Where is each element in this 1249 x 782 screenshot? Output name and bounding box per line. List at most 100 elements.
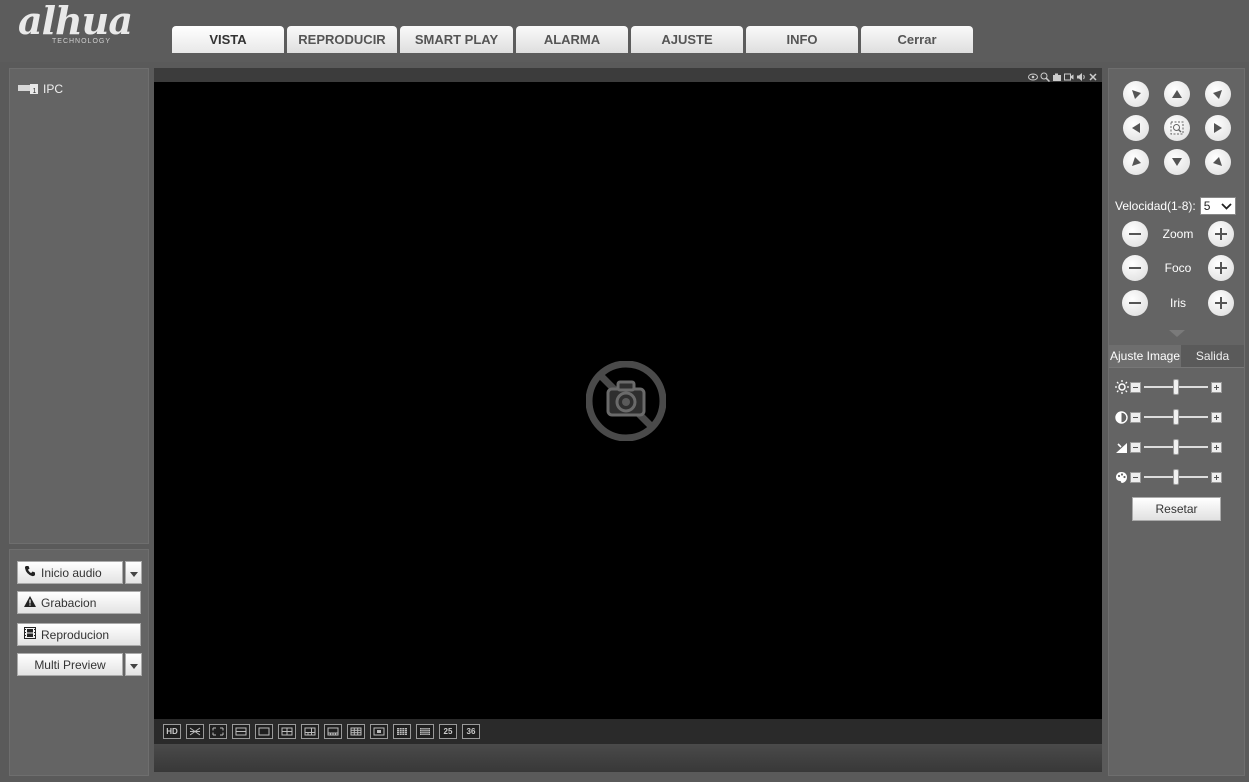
image-settings-tabs: Ajuste Image Salida [1109,345,1244,367]
contrast-slider[interactable] [1144,409,1208,425]
layout-20-icon[interactable] [416,724,434,739]
phone-icon [24,565,36,580]
tab-vista[interactable]: VISTA [172,26,284,53]
hue-slider[interactable] [1144,469,1208,485]
saturation-slider[interactable] [1144,439,1208,455]
ptz-up-left-button[interactable] [1123,81,1149,107]
multi-preview-button[interactable]: Multi Preview [17,653,123,676]
ptz-up-right-button[interactable] [1205,81,1231,107]
layout-13-icon[interactable] [370,724,388,739]
contrast-slider-row [1113,409,1239,425]
brightness-increase-button[interactable] [1211,381,1222,393]
video-window-titlebar [154,68,1102,83]
ptz-auto-zoom-button[interactable] [1164,115,1190,141]
collapse-ptz-toggle[interactable] [1109,325,1244,339]
playback-button-label: Reproducion [41,627,110,642]
arrow-down-right-icon [1212,156,1224,168]
saturation-decrease-button[interactable] [1130,441,1141,453]
chevron-down-icon [129,656,138,674]
tab-cerrar[interactable]: Cerrar [861,26,973,53]
ptz-panel: Velocidad(1-8): 5 Zoom Foco Iris Ajuste … [1108,68,1245,776]
tab-alarma[interactable]: ALARMA [516,26,628,53]
brightness-slider-row [1113,379,1239,395]
layout-25-icon[interactable]: 25 [439,724,457,739]
tab-smart-play[interactable]: SMART PLAY [400,26,513,53]
ptz-right-button[interactable] [1205,115,1231,141]
arrow-up-left-icon [1130,88,1142,100]
fullscreen-icon[interactable] [209,724,227,739]
record-button[interactable]: Grabacion [17,591,141,614]
snapshot-icon[interactable] [1052,69,1062,81]
ptz-down-right-button[interactable] [1205,149,1231,175]
iris-plus-button[interactable] [1208,290,1234,316]
zoom-in-button[interactable] [1208,221,1234,247]
eye-icon[interactable] [1028,69,1038,81]
record-icon[interactable] [1064,69,1074,81]
layout-6-icon[interactable] [301,724,319,739]
video-status-strip [154,744,1102,772]
saturation-increase-button[interactable] [1211,441,1222,453]
main-tabs: VISTA REPRODUCIR SMART PLAY ALARMA AJUST… [172,26,976,53]
device-tree-item-ipc[interactable]: 1 IPC [18,82,63,96]
contrast-increase-button[interactable] [1211,411,1222,423]
ptz-down-left-button[interactable] [1123,149,1149,175]
arrow-down-icon [1171,156,1183,168]
brightness-slider[interactable] [1144,379,1208,395]
hue-increase-button[interactable] [1211,471,1222,483]
layout-36-icon[interactable]: 36 [462,724,480,739]
focus-plus-button[interactable] [1208,255,1234,281]
iris-minus-button[interactable] [1122,290,1148,316]
focus-minus-button[interactable] [1122,255,1148,281]
layout-8-icon[interactable] [324,724,342,739]
talk-dropdown-toggle[interactable] [125,561,142,584]
audio-icon[interactable] [1076,69,1086,81]
contrast-decrease-button[interactable] [1130,411,1141,423]
ptz-speed-value: 5 [1203,199,1211,213]
fluency-icon[interactable] [186,724,204,739]
saturation-slider-row [1113,439,1239,455]
layout-4-icon[interactable] [278,724,296,739]
layout-1-icon[interactable] [255,724,273,739]
film-icon [24,627,36,642]
ptz-down-button[interactable] [1164,149,1190,175]
hue-slider-handle[interactable] [1173,469,1179,485]
ptz-speed-label: Velocidad(1-8): [1115,199,1196,213]
reset-button[interactable]: Resetar [1132,497,1221,521]
fit-window-icon[interactable] [232,724,250,739]
record-button-label: Grabacion [41,595,97,610]
close-icon[interactable] [1088,69,1098,81]
playback-button[interactable]: Reproducion [17,623,141,646]
hd-icon[interactable]: HD [163,724,181,739]
ptz-left-button[interactable] [1123,115,1149,141]
tab-ajuste-image[interactable]: Ajuste Image [1109,345,1181,367]
iris-label: Iris [1170,296,1186,310]
layout-16-icon[interactable] [393,724,411,739]
saturation-slider-handle[interactable] [1173,439,1179,455]
brightness-decrease-button[interactable] [1130,381,1141,393]
arrow-up-icon [1171,88,1183,100]
brightness-slider-handle[interactable] [1173,379,1179,395]
tab-ajuste[interactable]: AJUSTE [631,26,743,53]
layout-9-icon[interactable] [347,724,365,739]
talk-button[interactable]: Inicio audio [17,561,123,584]
svg-text:1: 1 [33,88,37,95]
multi-preview-dropdown-toggle[interactable] [125,653,142,676]
multi-preview-label: Multi Preview [34,657,106,672]
video-window-tools [1028,69,1098,83]
brightness-icon [1113,379,1130,395]
no-camera-icon [585,360,667,442]
hue-decrease-button[interactable] [1130,471,1141,483]
contrast-slider-handle[interactable] [1173,409,1179,425]
ptz-speed-select[interactable]: 5 [1199,197,1236,215]
zoom-icon[interactable] [1040,69,1051,83]
zoom-area-icon [1170,121,1184,135]
logo-subtext: TECHNOLOGY [52,38,112,45]
ptz-up-button[interactable] [1164,81,1190,107]
tab-info[interactable]: INFO [746,26,858,53]
ptz-speed-control: Velocidad(1-8): 5 [1115,197,1236,215]
contrast-icon [1113,409,1130,425]
video-viewport[interactable] [154,82,1102,719]
tab-reproducir[interactable]: REPRODUCIR [287,26,397,53]
tab-salida[interactable]: Salida [1181,345,1244,367]
zoom-out-button[interactable] [1122,221,1148,247]
